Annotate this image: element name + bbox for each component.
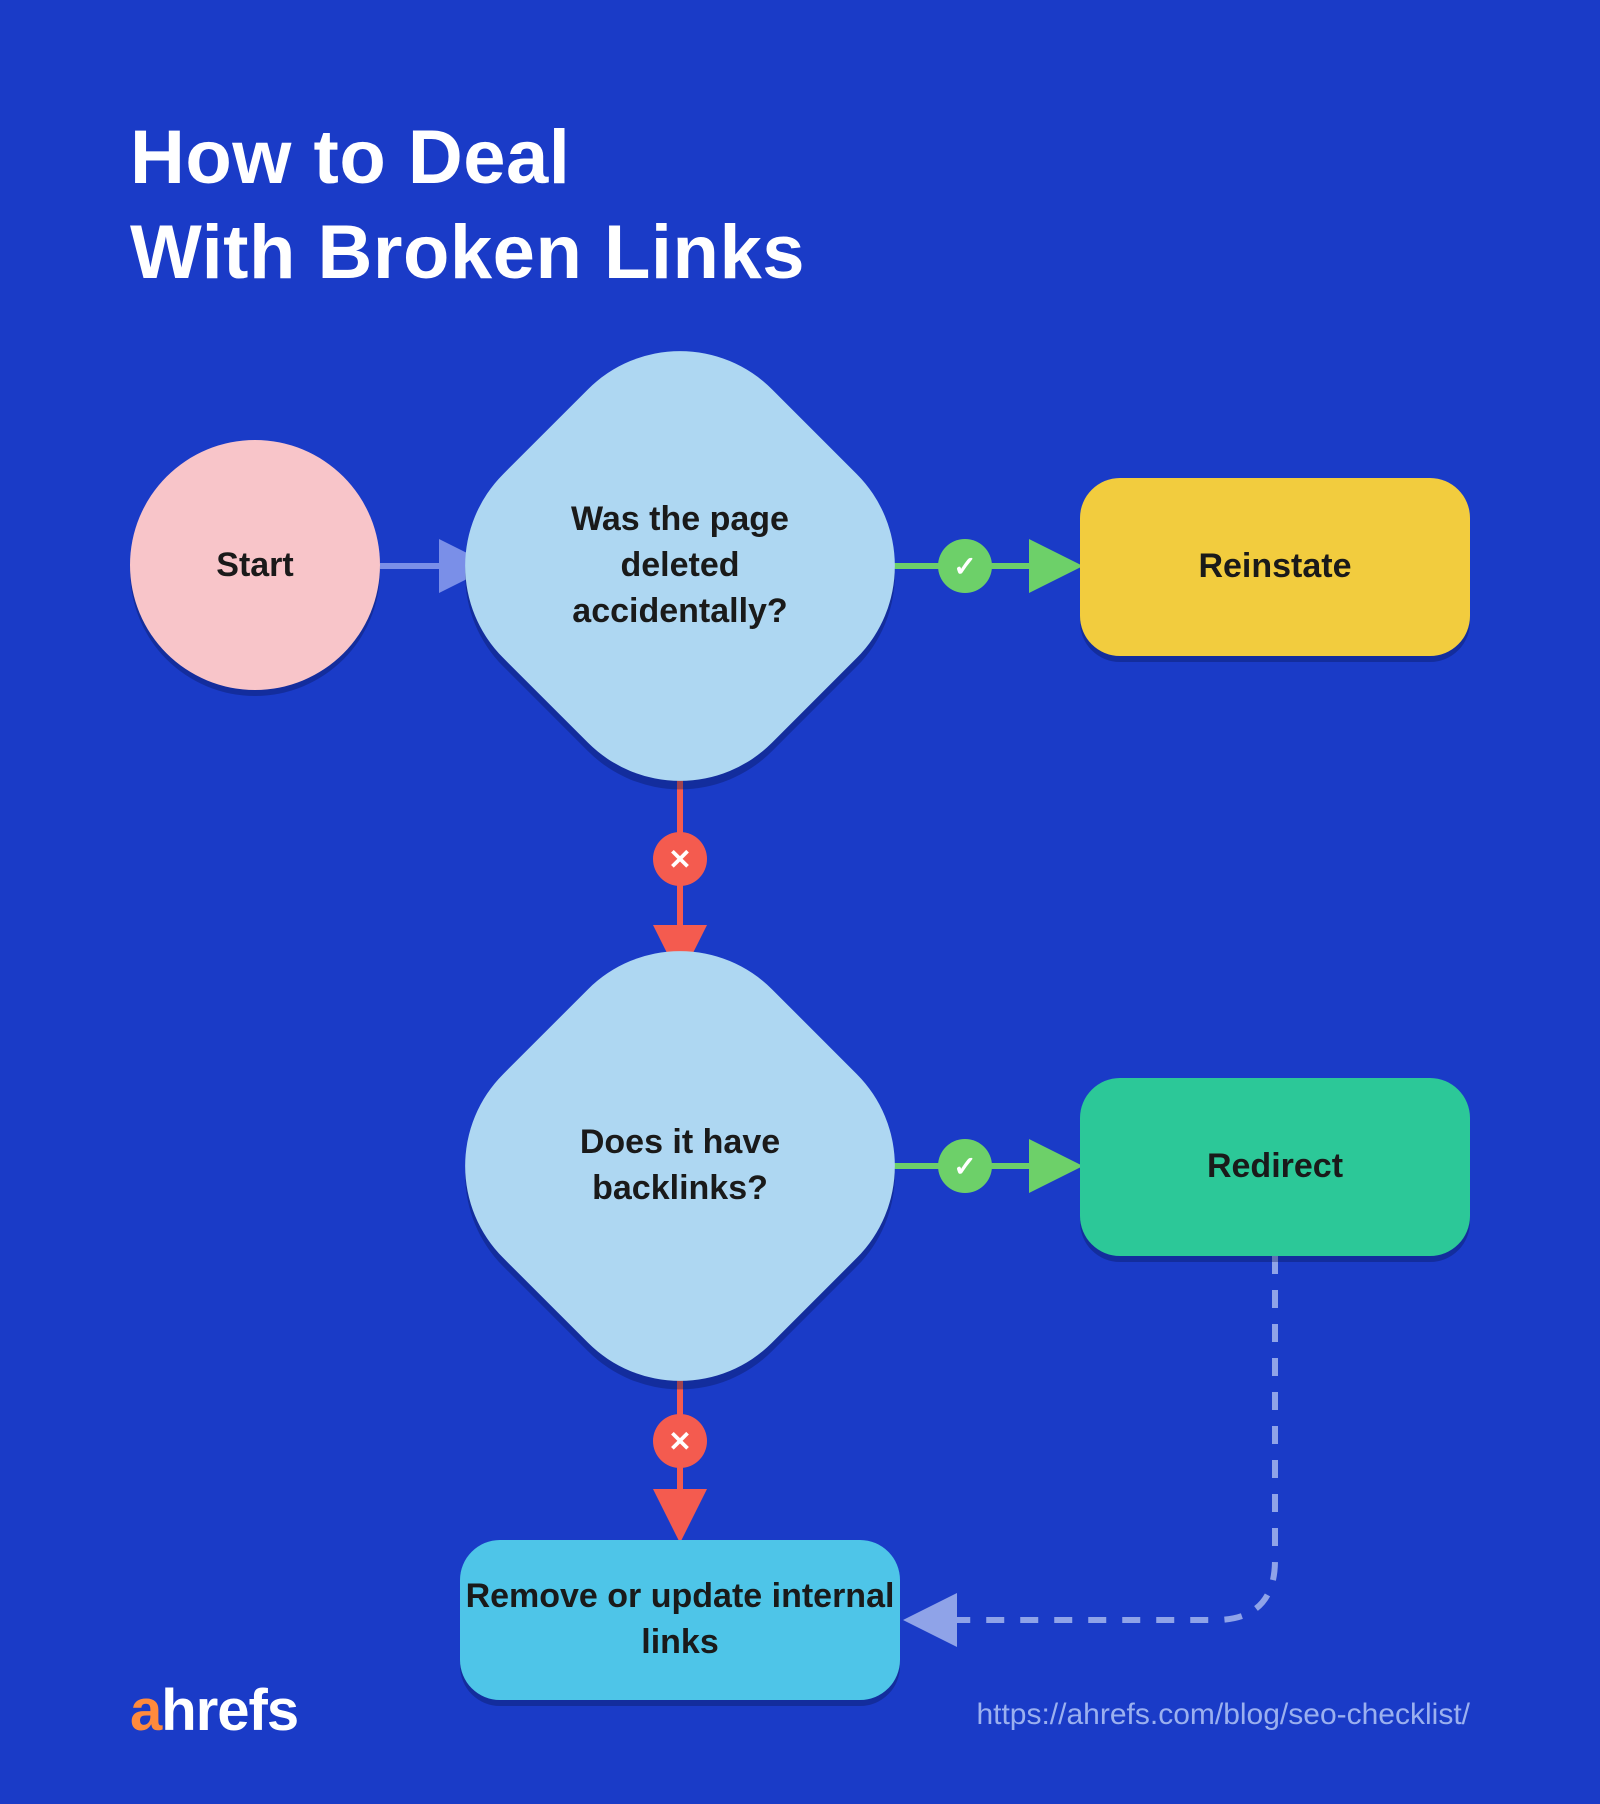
- cross-icon: ✕: [653, 1414, 707, 1468]
- decision-deleted-accidentally: Was the page deleted accidentally?: [411, 297, 948, 834]
- connector-lines: [0, 0, 1600, 1804]
- action-redirect: Redirect: [1080, 1078, 1470, 1256]
- decision-1-label: Was the page deleted accidentally?: [530, 497, 830, 635]
- start-label: Start: [216, 546, 293, 585]
- logo-rest: hrefs: [161, 1678, 298, 1743]
- remove-label: Remove or update internal links: [460, 1574, 900, 1666]
- check-icon: ✓: [938, 1139, 992, 1193]
- ahrefs-logo: ahrefs: [130, 1677, 298, 1744]
- cross-icon: ✕: [653, 832, 707, 886]
- decision-2-label: Does it have backlinks?: [530, 1120, 830, 1212]
- redirect-label: Redirect: [1207, 1144, 1343, 1190]
- action-reinstate: Reinstate: [1080, 478, 1470, 656]
- start-node: Start: [130, 440, 380, 690]
- action-remove-update-links: Remove or update internal links: [460, 1540, 900, 1700]
- check-icon: ✓: [938, 539, 992, 593]
- logo-letter-a: a: [130, 1678, 161, 1743]
- connector-redirect-to-remove: [912, 1256, 1275, 1620]
- decision-has-backlinks: Does it have backlinks?: [411, 897, 948, 1434]
- flowchart-canvas: Start Was the page deleted accidentally?…: [0, 0, 1600, 1804]
- source-url: https://ahrefs.com/blog/seo-checklist/: [976, 1698, 1470, 1732]
- reinstate-label: Reinstate: [1198, 544, 1351, 590]
